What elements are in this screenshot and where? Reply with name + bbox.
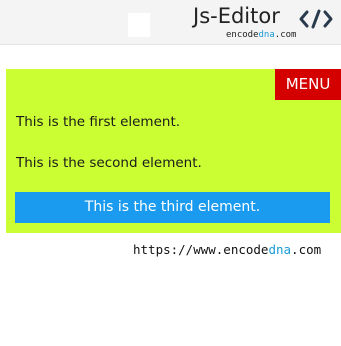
footer-url[interactable]: https://www.encodedna.com bbox=[133, 242, 321, 257]
header-placeholder-box bbox=[128, 13, 150, 37]
third-element: This is the third element. bbox=[15, 192, 330, 223]
footer-url-prefix: https://www.encode bbox=[133, 242, 269, 257]
brand-sub-prefix: encode bbox=[226, 30, 259, 40]
second-element: This is the second element. bbox=[16, 155, 202, 171]
code-brackets-icon bbox=[299, 9, 333, 29]
brand-title: Js-Editor bbox=[193, 4, 280, 28]
brand-subtitle: encodedna.com bbox=[226, 30, 296, 40]
footer-url-accent: dna bbox=[268, 242, 292, 257]
brand-sub-accent: dna bbox=[258, 30, 275, 40]
first-element: This is the first element. bbox=[16, 114, 181, 130]
editor-header: Js-Editor encodedna.com bbox=[0, 0, 341, 45]
demo-panel: MENU This is the first element. This is … bbox=[6, 69, 341, 233]
menu-button[interactable]: MENU bbox=[275, 69, 341, 100]
footer-url-suffix: .com bbox=[291, 242, 322, 257]
brand-sub-suffix: .com bbox=[274, 30, 297, 40]
